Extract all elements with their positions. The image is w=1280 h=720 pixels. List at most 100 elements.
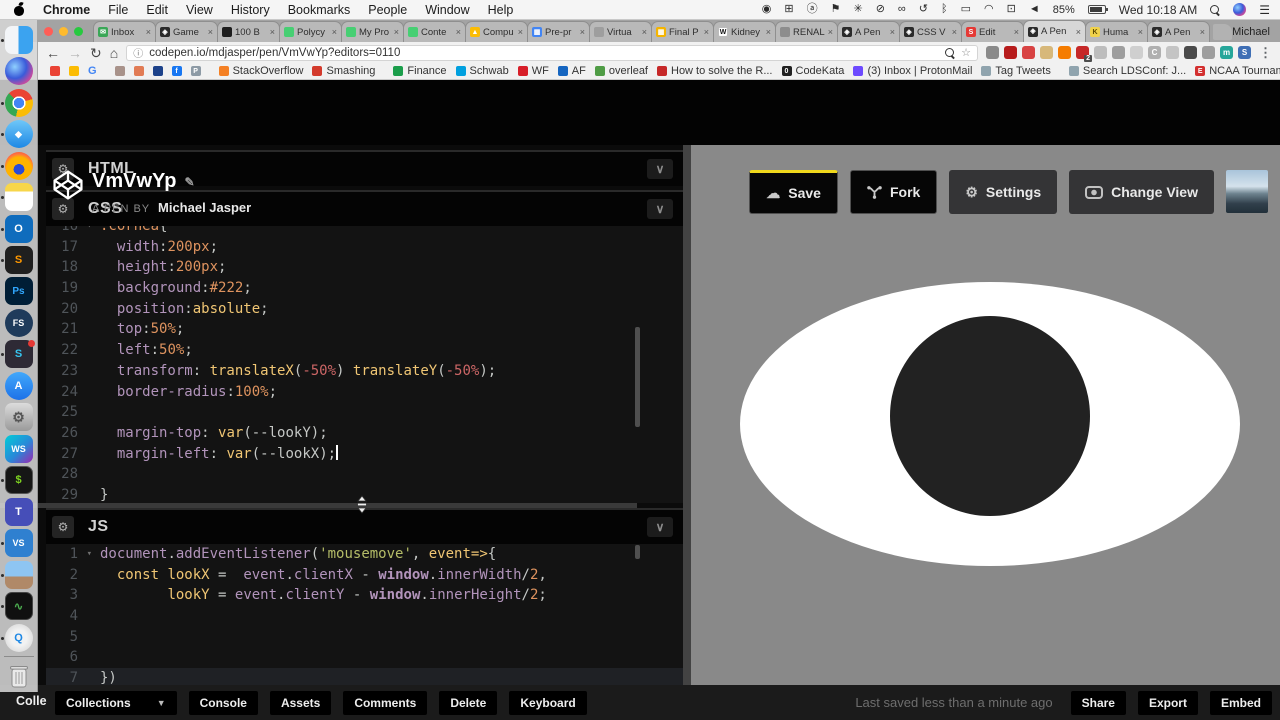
bookmark-item[interactable]: How to solve the R... (657, 65, 773, 77)
tab-close-icon[interactable]: × (1138, 27, 1143, 37)
tab-close-icon[interactable]: × (208, 27, 213, 37)
embed-button[interactable]: Embed (1209, 690, 1272, 715)
display-icon[interactable]: ▭ (961, 4, 971, 15)
bookmark-item[interactable]: Search LDSConf: J... (1068, 65, 1186, 77)
code-line-28[interactable]: 28 (46, 464, 683, 485)
change-view-button[interactable]: Change View (1069, 170, 1214, 214)
grid-extension-icon[interactable] (1130, 46, 1143, 59)
share-button[interactable]: Share (1070, 690, 1126, 715)
tab-close-icon[interactable]: × (952, 27, 957, 37)
close-window-button[interactable] (44, 26, 53, 36)
settings-button[interactable]: ⚙ Settings (949, 170, 1058, 214)
notes-icon[interactable] (4, 183, 33, 212)
editor-preview-divider[interactable] (683, 145, 691, 685)
code-line-16[interactable]: 16 ▾ .cornea{ (46, 226, 683, 237)
orange-extension-icon[interactable] (1058, 46, 1071, 59)
dark-extension-icon[interactable] (1184, 46, 1197, 59)
webstorm-icon[interactable]: WS (4, 434, 33, 463)
dock-item-photoshop[interactable]: Ps (0, 276, 38, 307)
gray-extension-icon-3[interactable] (1166, 46, 1179, 59)
dock-item-activity-monitor[interactable]: ∿ (0, 590, 38, 621)
pen-author[interactable]: Michael Jasper (158, 200, 251, 215)
bookmark-star-icon[interactable]: ☆ (961, 46, 971, 59)
blue-s-extension-icon[interactable]: S (1238, 46, 1251, 59)
menu-item-help[interactable]: Help (488, 3, 514, 17)
code-line-5[interactable]: 5 (46, 627, 683, 648)
export-button[interactable]: Export (1137, 690, 1198, 715)
bookmark-item[interactable]: ENCAA Tournament... (1195, 65, 1280, 77)
code-line-6[interactable]: 6 (46, 647, 683, 668)
dock-item-preview-app[interactable] (0, 559, 38, 590)
bookmark-item[interactable]: StackOverflow (218, 65, 303, 77)
tab-close-icon[interactable]: × (1076, 27, 1081, 37)
code-line-4[interactable]: 4 (46, 606, 683, 627)
tab-close-icon[interactable]: × (332, 27, 337, 37)
circle-a-icon[interactable]: ⓐ (807, 4, 818, 15)
glasses-icon[interactable]: ∞ (898, 4, 906, 15)
browser-tab-4[interactable]: Polycy × (279, 21, 342, 42)
console-button[interactable]: Console (188, 690, 258, 715)
new-tab-button[interactable] (1213, 24, 1233, 40)
terminal-icon[interactable]: $ (4, 466, 33, 495)
outlook-icon[interactable]: O (4, 214, 33, 243)
menu-item-history[interactable]: History (231, 3, 270, 17)
browser-tab-13[interactable]: ◈ A Pen × (837, 21, 900, 42)
firefox-icon[interactable] (4, 151, 33, 180)
code-line-20[interactable]: 20 position:absolute; (46, 299, 683, 320)
css-collapse-chevron-icon[interactable]: ∨ (647, 199, 673, 219)
chrome-icon[interactable] (4, 88, 33, 117)
address-bar[interactable]: ⓘ codepen.io/mdjasper/pen/VmVwYp?editors… (126, 44, 978, 61)
bookmark-item[interactable]: AF (557, 65, 586, 77)
window-manager-icon[interactable]: ⊞ (784, 4, 793, 15)
tab-close-icon[interactable]: × (580, 27, 585, 37)
tab-close-icon[interactable]: × (146, 27, 151, 37)
dock-item-notes[interactable] (0, 181, 38, 212)
fork-button[interactable]: Fork (849, 170, 938, 214)
spotlight-search-icon[interactable] (1210, 4, 1220, 15)
code-line-26[interactable]: 26 margin-top: var(--lookY); (46, 423, 683, 444)
browser-tab-2[interactable]: ◈ Game × (155, 21, 218, 42)
familysearch-icon[interactable]: FS (4, 308, 33, 337)
screen-recording-icon[interactable]: ◉ (762, 4, 772, 15)
user-avatar[interactable] (1226, 170, 1268, 213)
tab-close-icon[interactable]: × (518, 27, 523, 37)
browser-tab-17[interactable]: K Huma × (1085, 21, 1148, 42)
browser-tab-15[interactable]: S Edit × (961, 21, 1024, 42)
system-preferences-icon[interactable]: ⚙ (4, 403, 33, 432)
speech-extension-icon[interactable] (1202, 46, 1215, 59)
code-line-22[interactable]: 22 left:50%; (46, 340, 683, 361)
tab-close-icon[interactable]: × (270, 27, 275, 37)
code-line-21[interactable]: 21 top:50%; (46, 319, 683, 340)
js-code-editor[interactable]: 1 ▾ document.addEventListener('mousemove',… (46, 544, 683, 685)
css-code-editor[interactable]: 16 ▾ .cornea{17 width:200px; 18 height:200p… (46, 226, 683, 503)
wifi-icon[interactable]: ◠ (984, 4, 994, 15)
browser-tab-16-active[interactable]: ◈ A Pen × (1023, 20, 1086, 42)
tab-close-icon[interactable]: × (1014, 27, 1019, 37)
activity-monitor-icon[interactable]: ∿ (4, 592, 33, 621)
pen-title[interactable]: VmVwYp (92, 170, 176, 193)
browser-tab-14[interactable]: ◈ CSS V × (899, 21, 962, 42)
dock-item-slack[interactable]: S (0, 339, 38, 370)
bookmark-item[interactable]: Tag Tweets (981, 65, 1051, 77)
minimize-window-button[interactable] (59, 26, 68, 36)
comments-button[interactable]: Comments (343, 690, 428, 715)
code-line-23[interactable]: 23 transform: translateX(-50%) translate… (46, 361, 683, 382)
menu-clock[interactable]: Wed 10:18 AM (1119, 3, 1198, 17)
bookmark-item[interactable]: (3) Inbox | ProtonMail (853, 65, 972, 77)
notification-center-icon[interactable]: ☰ (1259, 4, 1270, 16)
forward-icon[interactable]: → (68, 46, 82, 60)
dock-item-finder[interactable] (0, 24, 38, 55)
dock-item-familysearch[interactable]: FS (0, 307, 38, 338)
siri-icon[interactable] (4, 57, 33, 86)
trash-icon[interactable] (8, 663, 30, 689)
gray-extension-icon-2[interactable] (1112, 46, 1125, 59)
quicktime-icon[interactable]: Q (4, 623, 33, 652)
dock-item-teams[interactable]: T (0, 496, 38, 527)
code-line-24[interactable]: 24 border-radius:100%; (46, 382, 683, 403)
zoom-window-button[interactable] (74, 26, 83, 36)
browser-tab-5[interactable]: My Pro × (341, 21, 404, 42)
browser-tab-12[interactable]: RENAL × (775, 21, 838, 42)
browser-tab-11[interactable]: W Kidney × (713, 21, 776, 42)
dock-item-system-preferences[interactable]: ⚙ (0, 402, 38, 433)
menu-item-view[interactable]: View (186, 3, 213, 17)
